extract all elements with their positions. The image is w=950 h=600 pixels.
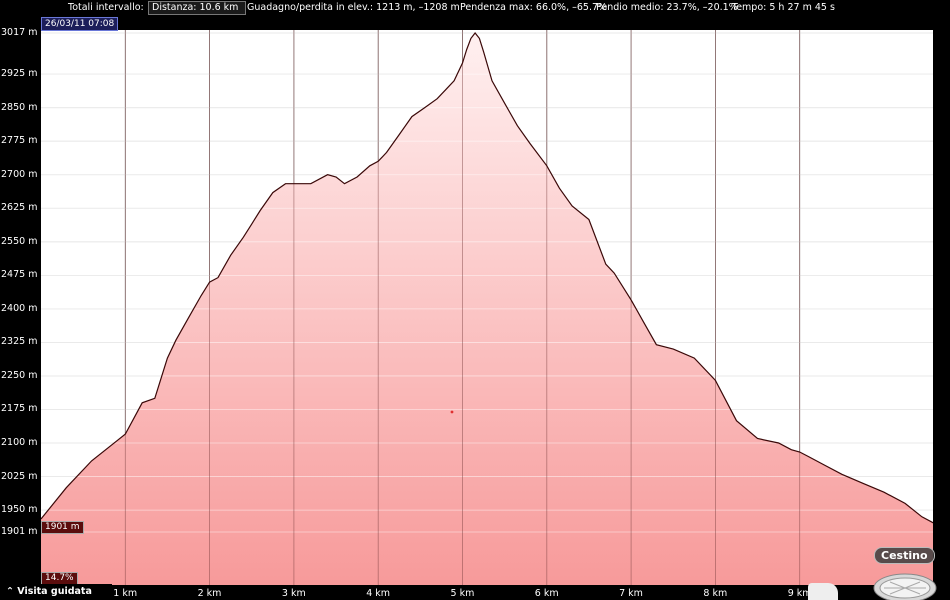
x-tick-label: 1 km — [113, 588, 138, 599]
y-tick-label: 1950 m — [1, 504, 38, 516]
y-tick-label: 2175 m — [1, 403, 38, 415]
elevation-profile-chart[interactable] — [41, 30, 933, 585]
trash-label: Cestino — [874, 547, 935, 564]
x-tick-label: 2 km — [197, 588, 222, 599]
y-tick-label: 1901 m — [1, 526, 38, 537]
date-label: 26/03/11 07:08 — [41, 17, 119, 31]
y-tick-label: 2925 m — [1, 68, 38, 80]
y-tick-label: 2625 m — [1, 202, 38, 214]
trash-icon[interactable] — [872, 566, 938, 600]
scroll-handle[interactable] — [808, 583, 838, 600]
guided-tour-button[interactable]: ⌃ Visita guidata — [0, 584, 112, 600]
y-tick-label: 2775 m — [1, 135, 38, 147]
distance-field: Distanza: 10.6 km — [148, 1, 246, 15]
x-tick-label: 3 km — [281, 588, 306, 599]
elevation-gain-loss: Guadagno/perdita in elev.: 1213 m, –1208… — [247, 2, 460, 13]
y-tick-label: 2400 m — [1, 302, 38, 314]
y-tick-label: 3017 m — [1, 27, 38, 38]
x-tick-label: 7 km — [619, 588, 643, 599]
x-tick-label: 6 km — [534, 588, 559, 599]
range-label: Totali intervallo: — [68, 2, 144, 13]
x-tick-label: 4 km — [366, 588, 391, 599]
chevron-up-icon: ⌃ — [6, 586, 14, 597]
y-tick-label: 2100 m — [1, 437, 38, 449]
slope-average: Pendio medio: 23.7%, –20.1% — [596, 2, 738, 13]
y-tick-label: 2475 m — [1, 269, 38, 281]
elapsed-time: Tempo: 5 h 27 m 45 s — [732, 2, 835, 13]
y-tick-label: 2250 m — [1, 369, 38, 381]
y-axis: 3017 m 2925 m 2850 m 2775 m 2700 m 2625 m 2550… — [0, 16, 41, 600]
guided-tour-label: Visita guidata — [17, 586, 92, 597]
waypoint-marker[interactable] — [450, 410, 454, 414]
x-tick-label: 5 km — [450, 588, 475, 599]
cursor-elevation-tag: 1901 m — [41, 521, 84, 534]
slope-max: Pendenza max: 66.0%, –65.7% — [460, 2, 608, 13]
x-tick-label: 8 km — [703, 588, 728, 599]
stats-bar: Totali intervallo: Distanza: 10.6 km Gua… — [0, 0, 950, 16]
y-tick-label: 2850 m — [1, 101, 38, 113]
y-tick-label: 2700 m — [1, 168, 38, 180]
y-tick-label: 2550 m — [1, 235, 38, 247]
y-tick-label: 2025 m — [1, 470, 38, 482]
y-tick-label: 2325 m — [1, 336, 38, 348]
